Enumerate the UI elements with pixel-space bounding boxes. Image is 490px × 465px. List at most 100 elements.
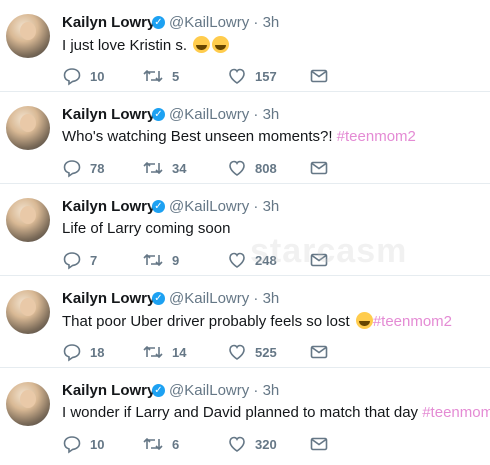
- tweet-actions: 10 6 320: [62, 434, 342, 454]
- tweet-actions: 78 34 808: [62, 158, 342, 178]
- tweet[interactable]: Kailyn Lowry ✓ @KailLowry · 3h Life of L…: [0, 184, 490, 276]
- avatar[interactable]: [6, 14, 50, 58]
- reply-icon: [63, 160, 81, 178]
- like-icon: [229, 160, 245, 176]
- retweet-icon: [143, 438, 163, 450]
- like-button[interactable]: 157: [227, 66, 277, 86]
- handle-and-time[interactable]: @KailLowry · 3h: [169, 290, 279, 307]
- direct-message-button[interactable]: [309, 434, 329, 454]
- reply-count: 78: [90, 160, 105, 176]
- verified-badge-icon: ✓: [152, 384, 165, 397]
- retweet-icon: [143, 254, 163, 266]
- reply-button[interactable]: 18: [62, 342, 104, 362]
- tweet[interactable]: Kailyn Lowry ✓ @KailLowry · 3h I just lo…: [0, 0, 490, 92]
- handle-and-time[interactable]: @KailLowry · 3h: [169, 106, 279, 123]
- hashtag-link[interactable]: #teenmom2: [422, 404, 490, 421]
- reply-count: 7: [90, 252, 98, 268]
- avatar[interactable]: [6, 382, 50, 426]
- display-name[interactable]: Kailyn Lowry: [62, 198, 155, 215]
- retweet-count: 14: [172, 344, 187, 360]
- tweet-text-container: I just love Kristin s.: [62, 36, 230, 54]
- reply-count: 18: [90, 344, 105, 360]
- like-button[interactable]: 248: [227, 250, 277, 270]
- like-icon: [229, 68, 245, 84]
- tweet-text-container: That poor Uber driver probably feels so …: [62, 312, 452, 330]
- tweet-actions: 18 14 525: [62, 342, 342, 362]
- retweet-button[interactable]: 9: [142, 250, 179, 270]
- tweet-text: Who's watching Best unseen moments?!: [62, 128, 333, 145]
- reply-button[interactable]: 10: [62, 66, 104, 86]
- verified-badge-icon: ✓: [152, 200, 165, 213]
- tweet-text: That poor Uber driver probably feels so …: [62, 313, 350, 330]
- message-icon: [310, 161, 328, 175]
- like-count: 248: [255, 252, 277, 268]
- verified-badge-icon: ✓: [152, 16, 165, 29]
- hashtag-link[interactable]: #teenmom2: [337, 128, 416, 145]
- like-button[interactable]: 320: [227, 434, 277, 454]
- tweet-actions: 10 5 157: [62, 66, 342, 86]
- retweet-icon: [143, 162, 163, 174]
- message-icon: [310, 437, 328, 451]
- retweet-button[interactable]: 14: [142, 342, 186, 362]
- tears-of-joy-emoji-icon: [355, 312, 373, 329]
- display-name[interactable]: Kailyn Lowry: [62, 14, 155, 31]
- reply-count: 10: [90, 68, 105, 84]
- tweet-text: I wonder if Larry and David planned to m…: [62, 404, 419, 421]
- reply-button[interactable]: 7: [62, 250, 97, 270]
- tweet-text: I just love Kristin s.: [62, 37, 188, 54]
- avatar[interactable]: [6, 290, 50, 334]
- like-icon: [229, 344, 245, 360]
- reply-icon: [63, 252, 81, 270]
- retweet-count: 6: [172, 436, 180, 452]
- like-count: 808: [255, 160, 277, 176]
- retweet-button[interactable]: 34: [142, 158, 186, 178]
- handle-and-time[interactable]: @KailLowry · 3h: [169, 198, 279, 215]
- direct-message-button[interactable]: [309, 342, 329, 362]
- tweet-actions: 7 9 248: [62, 250, 342, 270]
- like-count: 157: [255, 68, 277, 84]
- reply-icon: [63, 344, 81, 362]
- verified-badge-icon: ✓: [152, 292, 165, 305]
- message-icon: [310, 345, 328, 359]
- like-count: 320: [255, 436, 277, 452]
- display-name[interactable]: Kailyn Lowry: [62, 106, 155, 123]
- tears-of-joy-emoji-icon: [212, 36, 230, 53]
- direct-message-button[interactable]: [309, 66, 329, 86]
- direct-message-button[interactable]: [309, 158, 329, 178]
- avatar[interactable]: [6, 106, 50, 150]
- handle-and-time[interactable]: @KailLowry · 3h: [169, 14, 279, 31]
- retweet-count: 9: [172, 252, 180, 268]
- message-icon: [310, 253, 328, 267]
- hashtag-link[interactable]: #teenmom2: [373, 313, 452, 330]
- retweet-icon: [143, 346, 163, 358]
- direct-message-button[interactable]: [309, 250, 329, 270]
- handle-and-time[interactable]: @KailLowry · 3h: [169, 382, 279, 399]
- tweet[interactable]: Kailyn Lowry ✓ @KailLowry · 3h I wonder …: [0, 368, 490, 465]
- message-icon: [310, 69, 328, 83]
- tweet-text-container: I wonder if Larry and David planned to m…: [62, 404, 490, 421]
- retweet-button[interactable]: 6: [142, 434, 179, 454]
- retweet-button[interactable]: 5: [142, 66, 179, 86]
- like-button[interactable]: 808: [227, 158, 277, 178]
- tweet-text-container: Who's watching Best unseen moments?! #te…: [62, 128, 416, 145]
- verified-badge-icon: ✓: [152, 108, 165, 121]
- tweet[interactable]: Kailyn Lowry ✓ @KailLowry · 3h Who's wat…: [0, 92, 490, 184]
- like-button[interactable]: 525: [227, 342, 277, 362]
- display-name[interactable]: Kailyn Lowry: [62, 290, 155, 307]
- reply-button[interactable]: 78: [62, 158, 104, 178]
- tweet-text-container: Life of Larry coming soon: [62, 220, 230, 237]
- reply-button[interactable]: 10: [62, 434, 104, 454]
- avatar[interactable]: [6, 198, 50, 242]
- retweet-icon: [143, 70, 163, 82]
- reply-count: 10: [90, 436, 105, 452]
- tweet-feed: Kailyn Lowry ✓ @KailLowry · 3h I just lo…: [0, 0, 490, 465]
- weary-face-emoji-icon: [193, 36, 211, 53]
- like-count: 525: [255, 344, 277, 360]
- reply-icon: [63, 436, 81, 454]
- display-name[interactable]: Kailyn Lowry: [62, 382, 155, 399]
- tweet[interactable]: Kailyn Lowry ✓ @KailLowry · 3h That poor…: [0, 276, 490, 368]
- retweet-count: 34: [172, 160, 187, 176]
- tweet-text: Life of Larry coming soon: [62, 220, 231, 237]
- like-icon: [229, 436, 245, 452]
- reply-icon: [63, 68, 81, 86]
